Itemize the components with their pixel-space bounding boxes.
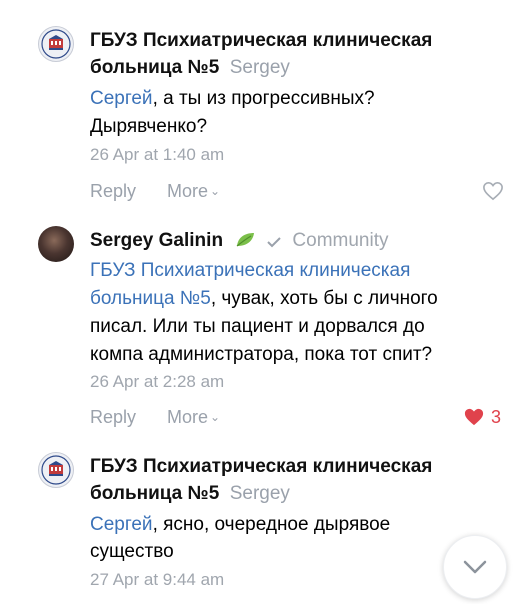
leaf-badge-icon [236, 233, 254, 247]
user-avatar[interactable] [38, 226, 74, 262]
comment-date[interactable]: 27 Apr at 9:44 am [90, 570, 224, 590]
reply-to-name[interactable]: Sergey [230, 57, 290, 78]
chevron-down-icon [463, 560, 487, 574]
comment-text: больница №5, чувак, хоть бы с личного [90, 288, 438, 309]
comment-text: Сергей, а ты из прогрессивных? [90, 88, 375, 109]
comment-text-line4: компа администратора, пока тот спит? [90, 344, 433, 365]
mention-link[interactable]: Сергей [90, 514, 153, 535]
community-label: Community [292, 230, 389, 251]
comment-author-line2[interactable]: больница №5 Sergey [90, 483, 290, 505]
comment-text-line2: Дырявченко? [90, 116, 208, 137]
comment-author-line2[interactable]: больница №5 Sergey [90, 57, 290, 79]
heart-outline-icon[interactable] [482, 181, 504, 201]
scroll-down-button[interactable] [443, 535, 507, 599]
mention-link[interactable]: Сергей [90, 88, 153, 109]
comment-author[interactable]: Sergey Galinin Community [90, 230, 388, 252]
comment-date[interactable]: 26 Apr at 2:28 am [90, 372, 224, 392]
chevron-down-icon: ⌄ [210, 184, 221, 198]
mention-link[interactable]: ГБУЗ Психиатрическая клиническая [90, 257, 410, 285]
comment-date[interactable]: 26 Apr at 1:40 am [90, 145, 224, 165]
reply-to-name[interactable]: Sergey [230, 483, 290, 504]
like-count: 3 [491, 407, 502, 427]
comment-text: Сергей, ясно, очередное дырявое [90, 514, 391, 535]
org-avatar[interactable] [38, 452, 74, 488]
more-button[interactable]: More ⌄ [167, 181, 220, 202]
reply-button[interactable]: Reply [90, 181, 136, 202]
reply-button[interactable]: Reply [90, 407, 136, 428]
comment-author[interactable]: ГБУЗ Психиатрическая клиническая [90, 456, 432, 478]
chevron-down-icon: ⌄ [210, 410, 221, 424]
comment-text-line3: писал. Или ты пациент и дорвался до [90, 316, 425, 337]
hospital-logo-icon [41, 29, 71, 59]
heart-filled-icon[interactable] [463, 407, 485, 427]
hospital-logo-icon [41, 455, 71, 485]
mention-link[interactable]: больница №5 [90, 288, 211, 309]
checkmark-icon [267, 237, 281, 248]
more-button[interactable]: More ⌄ [167, 407, 220, 428]
comment-author[interactable]: ГБУЗ Психиатрическая клиническая [90, 30, 432, 52]
org-avatar[interactable] [38, 26, 74, 62]
comment-text-line2: существо [90, 541, 174, 562]
